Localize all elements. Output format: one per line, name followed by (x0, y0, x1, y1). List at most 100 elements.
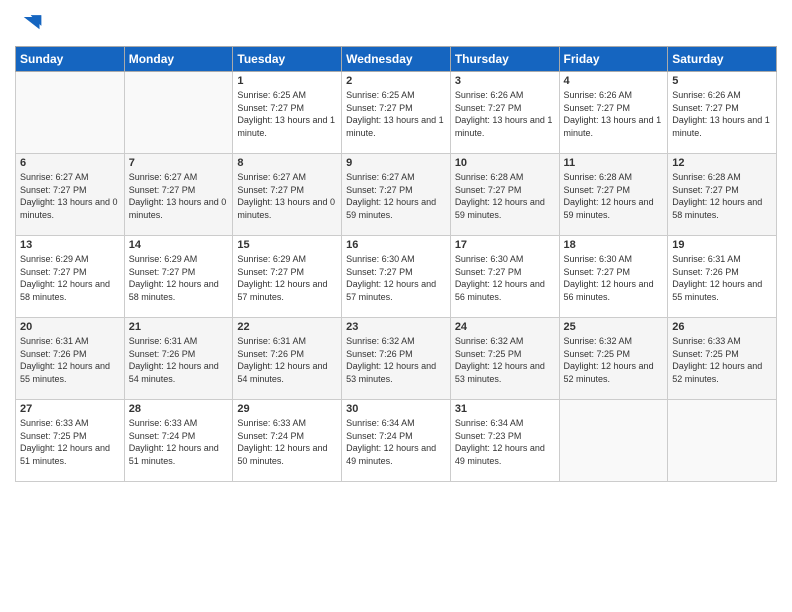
day-number: 13 (20, 239, 120, 251)
cell-info: Sunrise: 6:27 AM Sunset: 7:27 PM Dayligh… (20, 171, 120, 221)
weekday-header-thursday: Thursday (450, 47, 559, 72)
cell-info: Sunrise: 6:32 AM Sunset: 7:25 PM Dayligh… (564, 335, 664, 385)
week-row-3: 13 Sunrise: 6:29 AM Sunset: 7:27 PM Dayli… (16, 236, 777, 318)
weekday-header-sunday: Sunday (16, 47, 125, 72)
calendar-cell (124, 72, 233, 154)
day-number: 20 (20, 321, 120, 333)
calendar-cell: 23 Sunrise: 6:32 AM Sunset: 7:26 PM Dayli… (342, 318, 451, 400)
day-number: 29 (237, 403, 337, 415)
cell-info: Sunrise: 6:33 AM Sunset: 7:25 PM Dayligh… (20, 417, 120, 467)
cell-info: Sunrise: 6:31 AM Sunset: 7:26 PM Dayligh… (672, 253, 772, 303)
calendar-cell: 6 Sunrise: 6:27 AM Sunset: 7:27 PM Daylig… (16, 154, 125, 236)
calendar-cell: 31Sunrise: 6:34 AM Sunset: 7:23 PM Dayli… (450, 400, 559, 482)
calendar-cell: 18 Sunrise: 6:30 AM Sunset: 7:27 PM Dayli… (559, 236, 668, 318)
cell-info: Sunrise: 6:30 AM Sunset: 7:27 PM Dayligh… (346, 253, 446, 303)
cell-info: Sunrise: 6:26 AM Sunset: 7:27 PM Dayligh… (455, 89, 555, 139)
calendar-cell: 29 Sunrise: 6:33 AM Sunset: 7:24 PM Dayli… (233, 400, 342, 482)
calendar-cell: 15 Sunrise: 6:29 AM Sunset: 7:27 PM Dayli… (233, 236, 342, 318)
calendar-cell: 14Sunrise: 6:29 AM Sunset: 7:27 PM Dayli… (124, 236, 233, 318)
calendar-cell (16, 72, 125, 154)
calendar-cell: 4 Sunrise: 6:26 AM Sunset: 7:27 PM Daylig… (559, 72, 668, 154)
calendar-cell: 1 Sunrise: 6:25 AM Sunset: 7:27 PM Daylig… (233, 72, 342, 154)
cell-info: Sunrise: 6:26 AM Sunset: 7:27 PM Dayligh… (672, 89, 772, 139)
cell-info: Sunrise: 6:31 AM Sunset: 7:26 PM Dayligh… (129, 335, 229, 385)
calendar-cell: 11 Sunrise: 6:28 AM Sunset: 7:27 PM Dayli… (559, 154, 668, 236)
day-number: 23 (346, 321, 446, 333)
cell-info: Sunrise: 6:28 AM Sunset: 7:27 PM Dayligh… (455, 171, 555, 221)
day-number: 3 (455, 75, 555, 87)
calendar-cell: 7Sunrise: 6:27 AM Sunset: 7:27 PM Daylig… (124, 154, 233, 236)
day-number: 11 (564, 157, 664, 169)
calendar-cell: 17 Sunrise: 6:30 AM Sunset: 7:27 PM Dayli… (450, 236, 559, 318)
calendar-cell: 22 Sunrise: 6:31 AM Sunset: 7:26 PM Dayli… (233, 318, 342, 400)
calendar-cell: 10 Sunrise: 6:28 AM Sunset: 7:27 PM Dayli… (450, 154, 559, 236)
cell-info: Sunrise: 6:27 AM Sunset: 7:27 PM Dayligh… (129, 171, 229, 221)
calendar-cell: 30 Sunrise: 6:34 AM Sunset: 7:24 PM Dayli… (342, 400, 451, 482)
calendar-cell: 25 Sunrise: 6:32 AM Sunset: 7:25 PM Dayli… (559, 318, 668, 400)
week-row-2: 6 Sunrise: 6:27 AM Sunset: 7:27 PM Daylig… (16, 154, 777, 236)
cell-info: Sunrise: 6:26 AM Sunset: 7:27 PM Dayligh… (564, 89, 664, 139)
day-number: 21 (129, 321, 229, 333)
calendar-cell: 26Sunrise: 6:33 AM Sunset: 7:25 PM Dayli… (668, 318, 777, 400)
cell-info: Sunrise: 6:33 AM Sunset: 7:24 PM Dayligh… (237, 417, 337, 467)
day-number: 8 (237, 157, 337, 169)
cell-info: Sunrise: 6:25 AM Sunset: 7:27 PM Dayligh… (346, 89, 446, 139)
logo-icon (15, 10, 43, 38)
day-number: 25 (564, 321, 664, 333)
cell-info: Sunrise: 6:33 AM Sunset: 7:25 PM Dayligh… (672, 335, 772, 385)
cell-info: Sunrise: 6:33 AM Sunset: 7:24 PM Dayligh… (129, 417, 229, 467)
header (15, 10, 777, 38)
cell-info: Sunrise: 6:30 AM Sunset: 7:27 PM Dayligh… (564, 253, 664, 303)
calendar-cell: 21 Sunrise: 6:31 AM Sunset: 7:26 PM Dayli… (124, 318, 233, 400)
day-number: 28 (129, 403, 229, 415)
day-number: 16 (346, 239, 446, 251)
calendar-cell: 20Sunrise: 6:31 AM Sunset: 7:26 PM Dayli… (16, 318, 125, 400)
calendar-cell: 12Sunrise: 6:28 AM Sunset: 7:27 PM Dayli… (668, 154, 777, 236)
weekday-header-monday: Monday (124, 47, 233, 72)
cell-info: Sunrise: 6:34 AM Sunset: 7:24 PM Dayligh… (346, 417, 446, 467)
day-number: 22 (237, 321, 337, 333)
cell-info: Sunrise: 6:27 AM Sunset: 7:27 PM Dayligh… (346, 171, 446, 221)
cell-info: Sunrise: 6:28 AM Sunset: 7:27 PM Dayligh… (564, 171, 664, 221)
day-number: 9 (346, 157, 446, 169)
day-number: 6 (20, 157, 120, 169)
cell-info: Sunrise: 6:34 AM Sunset: 7:23 PM Dayligh… (455, 417, 555, 467)
day-number: 17 (455, 239, 555, 251)
weekday-header-friday: Friday (559, 47, 668, 72)
weekday-header-wednesday: Wednesday (342, 47, 451, 72)
calendar-cell (668, 400, 777, 482)
day-number: 30 (346, 403, 446, 415)
calendar-cell: 16 Sunrise: 6:30 AM Sunset: 7:27 PM Dayli… (342, 236, 451, 318)
week-row-4: 20 Sunrise: 6:31 AM Sunset: 7:26 PM Dayli… (16, 318, 777, 400)
cell-info: Sunrise: 6:32 AM Sunset: 7:25 PM Dayligh… (455, 335, 555, 385)
weekday-header-saturday: Saturday (668, 47, 777, 72)
week-row-1: 1 Sunrise: 6:25 AM Sunset: 7:27 PM Daylig… (16, 72, 777, 154)
day-number: 10 (455, 157, 555, 169)
calendar-cell: 3 Sunrise: 6:26 AM Sunset: 7:27 PM Daylig… (450, 72, 559, 154)
calendar-cell: 27Sunrise: 6:33 AM Sunset: 7:25 PM Dayli… (16, 400, 125, 482)
day-number: 5 (672, 75, 772, 87)
calendar-cell: 24Sunrise: 6:32 AM Sunset: 7:25 PM Dayli… (450, 318, 559, 400)
logo (15, 10, 47, 38)
calendar-cell: 2 Sunrise: 6:25 AM Sunset: 7:27 PM Daylig… (342, 72, 451, 154)
day-number: 14 (129, 239, 229, 251)
cell-info: Sunrise: 6:31 AM Sunset: 7:26 PM Dayligh… (237, 335, 337, 385)
day-number: 18 (564, 239, 664, 251)
day-number: 12 (672, 157, 772, 169)
cell-info: Sunrise: 6:25 AM Sunset: 7:27 PM Dayligh… (237, 89, 337, 139)
cell-info: Sunrise: 6:30 AM Sunset: 7:27 PM Dayligh… (455, 253, 555, 303)
page: SundayMondayTuesdayWednesdayThursdayFrid… (0, 0, 792, 612)
calendar-table: SundayMondayTuesdayWednesdayThursdayFrid… (15, 46, 777, 482)
weekday-header-row: SundayMondayTuesdayWednesdayThursdayFrid… (16, 47, 777, 72)
cell-info: Sunrise: 6:27 AM Sunset: 7:27 PM Dayligh… (237, 171, 337, 221)
calendar-cell: 13Sunrise: 6:29 AM Sunset: 7:27 PM Dayli… (16, 236, 125, 318)
cell-info: Sunrise: 6:32 AM Sunset: 7:26 PM Dayligh… (346, 335, 446, 385)
day-number: 1 (237, 75, 337, 87)
day-number: 4 (564, 75, 664, 87)
calendar-cell: 28 Sunrise: 6:33 AM Sunset: 7:24 PM Dayli… (124, 400, 233, 482)
day-number: 15 (237, 239, 337, 251)
day-number: 2 (346, 75, 446, 87)
calendar-cell (559, 400, 668, 482)
cell-info: Sunrise: 6:29 AM Sunset: 7:27 PM Dayligh… (237, 253, 337, 303)
day-number: 19 (672, 239, 772, 251)
